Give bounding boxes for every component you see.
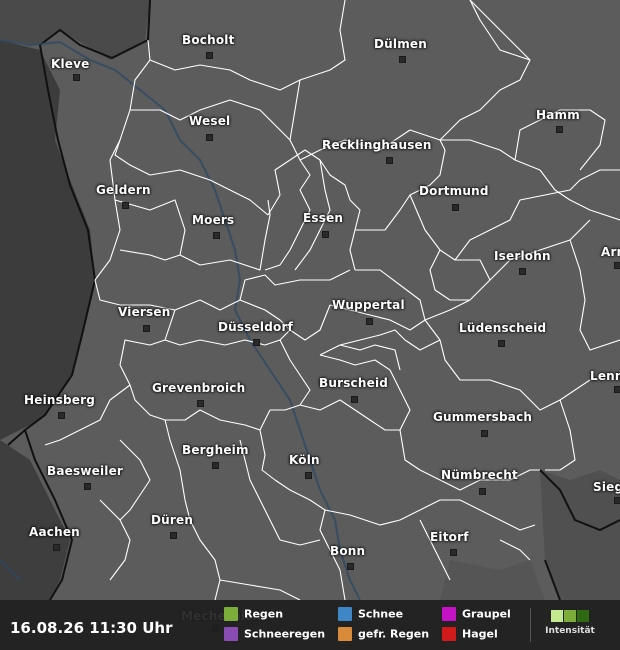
- city-label: Dortmund: [419, 184, 489, 198]
- city-label: Wuppertal: [332, 298, 405, 312]
- city-label: Essen: [303, 211, 344, 225]
- swatch-hagel: [442, 627, 456, 641]
- city-label: Hamm: [536, 108, 580, 122]
- swatch-schnee: [338, 607, 352, 621]
- legend-bar: 16.08.26 11:30 Uhr Regen Schneeregen Sch…: [0, 600, 620, 650]
- city-marker: [206, 52, 213, 59]
- city-marker: [53, 544, 60, 551]
- city-label: Grevenbroich: [152, 381, 246, 395]
- city-label: Arn: [601, 245, 620, 259]
- legend-divider: [530, 608, 531, 642]
- legend-item-schnee: Schnee: [338, 607, 403, 621]
- city-marker: [479, 488, 486, 495]
- legend-item-schneeregen: Schneeregen: [224, 627, 325, 641]
- city-marker: [84, 483, 91, 490]
- city-marker: [170, 532, 177, 539]
- swatch-schneeregen: [224, 627, 238, 641]
- intensity-scale-block: Intensität: [545, 610, 595, 636]
- legend-item-gefr-regen: gefr. Regen: [338, 627, 429, 641]
- city-label: Düren: [151, 513, 194, 527]
- swatch-regen: [224, 607, 238, 621]
- city-label: Geldern: [96, 183, 151, 197]
- city-label: Eitorf: [430, 530, 469, 544]
- city-marker: [614, 386, 620, 393]
- city-marker: [73, 74, 80, 81]
- swatch-graupel: [442, 607, 456, 621]
- city-marker: [122, 202, 129, 209]
- city-label: Gummersbach: [433, 410, 533, 424]
- city-marker: [347, 563, 354, 570]
- city-label: Burscheid: [319, 376, 389, 390]
- city-label: Sieg: [593, 480, 620, 494]
- legend-item-graupel: Graupel: [442, 607, 511, 621]
- city-marker: [450, 549, 457, 556]
- city-label: Recklinghausen: [322, 138, 432, 152]
- city-label: Viersen: [118, 305, 171, 319]
- city-label: Bergheim: [182, 443, 249, 457]
- city-label: Köln: [289, 453, 320, 467]
- intensity-scale: [545, 610, 595, 622]
- city-marker: [366, 318, 373, 325]
- intensity-low: [551, 610, 563, 622]
- city-marker: [253, 339, 260, 346]
- intensity-label: Intensität: [545, 626, 595, 636]
- city-marker: [386, 157, 393, 164]
- city-label: Wesel: [189, 114, 231, 128]
- city-marker: [322, 231, 329, 238]
- city-label: Moers: [192, 213, 235, 227]
- city-marker: [556, 126, 563, 133]
- city-marker: [213, 232, 220, 239]
- city-marker: [452, 204, 459, 211]
- city-marker: [197, 400, 204, 407]
- weather-radar-map[interactable]: Bocholt Dülmen Kleve Wesel Hamm Recklinghause…: [0, 0, 620, 650]
- city-marker: [58, 412, 65, 419]
- city-label: Düsseldorf: [218, 320, 294, 334]
- city-label: Lüdenscheid: [459, 321, 547, 335]
- city-label: Heinsberg: [24, 393, 96, 407]
- city-marker: [206, 134, 213, 141]
- intensity-high: [577, 610, 589, 622]
- legend-item-hagel: Hagel: [442, 627, 498, 641]
- city-marker: [351, 396, 358, 403]
- legend-item-regen: Regen: [224, 607, 283, 621]
- city-label: Bonn: [330, 544, 366, 558]
- city-label: Bocholt: [182, 33, 235, 47]
- city-label: Dülmen: [374, 37, 428, 51]
- city-marker: [498, 340, 505, 347]
- city-marker: [143, 325, 150, 332]
- city-label: Lenn: [590, 369, 620, 383]
- swatch-gefr-regen: [338, 627, 352, 641]
- intensity-mid: [564, 610, 576, 622]
- city-marker: [614, 262, 620, 269]
- city-marker: [481, 430, 488, 437]
- city-marker: [305, 472, 312, 479]
- city-marker: [399, 56, 406, 63]
- city-marker: [614, 497, 620, 504]
- timestamp: 16.08.26 11:30 Uhr: [10, 619, 173, 637]
- city-label: Nümbrecht: [441, 468, 518, 482]
- city-marker: [519, 268, 526, 275]
- city-label: Aachen: [29, 525, 80, 539]
- city-label: Kleve: [51, 57, 90, 71]
- city-label: Iserlohn: [494, 249, 551, 263]
- city-marker: [212, 462, 219, 469]
- city-label: Baesweiler: [47, 464, 124, 478]
